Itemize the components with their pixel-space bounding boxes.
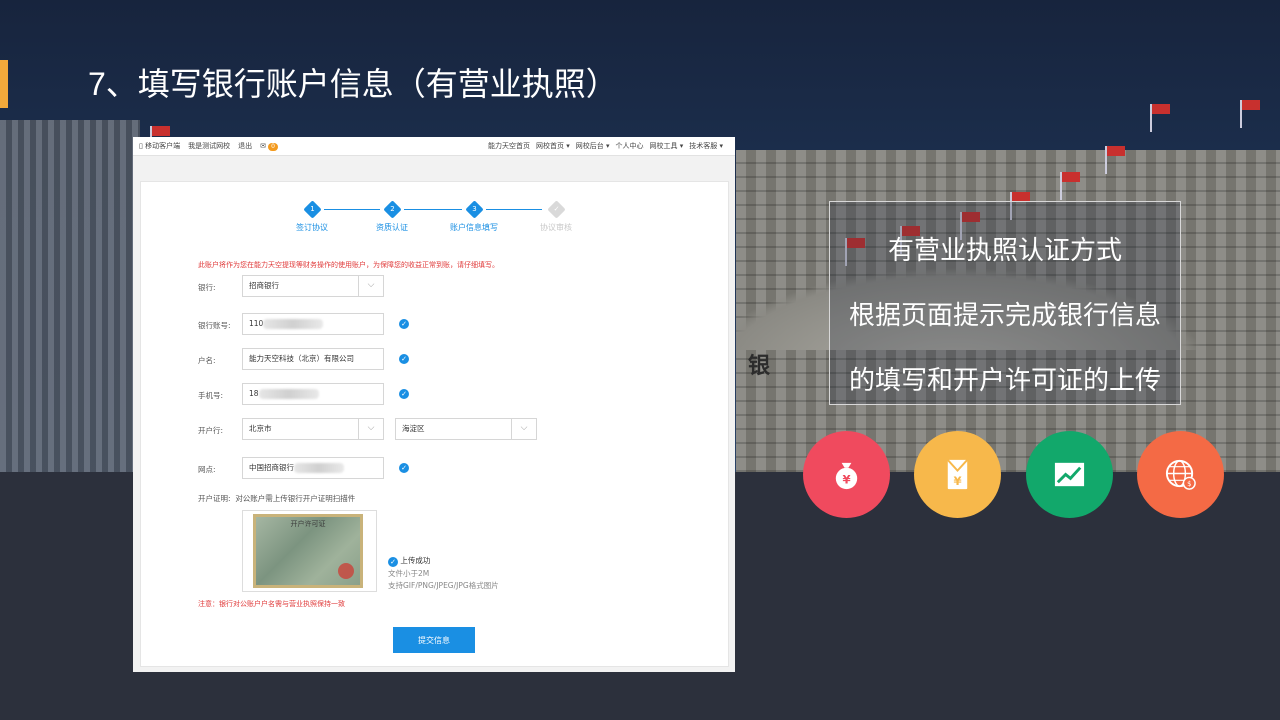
upload-size-hint: 文件小于2M	[388, 569, 430, 578]
submit-button[interactable]: 提交信息	[393, 627, 475, 653]
step-2-label: 资质认证	[376, 223, 408, 232]
step-3-marker: 3	[465, 200, 484, 219]
bank-select[interactable]: 招商银行 ⌵	[242, 275, 384, 297]
svg-text:¥: ¥	[842, 472, 850, 486]
nav-link-home[interactable]: 能力天空首页	[488, 137, 530, 155]
step-4-marker: ✓	[547, 200, 566, 219]
nav-link-tech-support[interactable]: 技术客服 ▾	[689, 137, 723, 155]
info-line-2: 根据页面提示完成银行信息	[848, 301, 1161, 331]
top-nav-bar: ▯ 移动客户端 我是测试网校 退出 ✉ 0 能力天空首页 网校首页 ▾ 网校后台…	[133, 137, 735, 156]
step-connector	[324, 209, 380, 210]
nav-link-school-home[interactable]: 网校首页 ▾	[536, 137, 570, 155]
account-label: 银行账号:	[198, 321, 231, 330]
mail-icon[interactable]: ✉ 0	[260, 137, 278, 155]
step-2-marker: 2	[383, 200, 402, 219]
bank-label: 银行:	[198, 283, 216, 292]
info-line-3: 的填写和开户许可证的上传	[848, 366, 1161, 396]
globe-coin-icon: $	[1137, 431, 1224, 518]
nav-link-school-admin[interactable]: 网校后台 ▾	[576, 137, 610, 155]
holder-warning: 注意：银行对公账户户名需与营业执照保持一致	[198, 600, 345, 608]
step-1-marker: 1	[303, 200, 322, 219]
step-connector	[404, 209, 462, 210]
money-bag-icon: ¥	[803, 431, 890, 518]
nav-link-school-tools[interactable]: 网校工具 ▾	[650, 137, 684, 155]
check-icon: ✓	[388, 557, 398, 567]
redacted-blur	[258, 389, 319, 399]
redacted-blur	[263, 319, 324, 329]
cert-upload-preview[interactable]: 开户许可证	[242, 510, 377, 592]
cert-image: 开户许可证	[253, 514, 363, 588]
check-icon: ✓	[399, 389, 409, 399]
cert-image-title: 开户许可证	[290, 520, 326, 528]
outlet-label: 网点:	[198, 465, 216, 474]
branch-city-select[interactable]: 北京市 ⌵	[242, 418, 384, 440]
upload-format-hint: 支持GIF/PNG/JPEG/JPG格式图片	[388, 581, 499, 590]
info-line-1: 有营业执照认证方式	[887, 236, 1122, 266]
cert-label: 开户证明: 对公账户需上传银行开户证明扫描件	[198, 494, 356, 503]
chevron-down-icon: ⌵	[358, 276, 383, 296]
info-box: 有营业执照认证方式 根据页面提示完成银行信息 的填写和开户许可证的上传	[829, 201, 1181, 405]
holder-label: 户名:	[198, 356, 216, 365]
step-4-label: 协议审核	[540, 223, 572, 232]
upload-status: ✓ 上传成功	[388, 555, 430, 567]
nav-link-personal-center[interactable]: 个人中心	[616, 137, 644, 155]
step-1-label: 签订协议	[296, 223, 328, 232]
flag-icon	[1240, 100, 1260, 128]
form-screenshot: ▯ 移动客户端 我是测试网校 退出 ✉ 0 能力天空首页 网校首页 ▾ 网校后台…	[133, 137, 735, 672]
check-icon: ✓	[399, 354, 409, 364]
building-sign: 银	[748, 353, 791, 379]
logout-link[interactable]: 退出	[238, 137, 252, 155]
form-notice: 此账户将作为您在能力天空提现等财务操作的使用账户，为保障您的收益正常到账，请仔细…	[198, 261, 499, 269]
chevron-down-icon: ⌵	[511, 419, 536, 439]
account-input[interactable]: 110	[242, 313, 384, 335]
yen-envelope-icon: ¥	[914, 431, 1001, 518]
redacted-blur	[294, 463, 344, 473]
flag-icon	[1150, 104, 1170, 132]
mail-badge: 0	[268, 143, 278, 151]
title-accent-bar	[0, 60, 8, 108]
step-connector	[486, 209, 542, 210]
seal-icon	[338, 563, 354, 579]
flag-icon	[1105, 146, 1125, 174]
check-icon: ✓	[399, 463, 409, 473]
phone-input[interactable]: 18	[242, 383, 384, 405]
branch-label: 开户行:	[198, 426, 224, 435]
check-icon: ✓	[399, 319, 409, 329]
chevron-down-icon: ⌵	[358, 419, 383, 439]
background-building-left	[0, 120, 140, 472]
svg-text:$: $	[1187, 480, 1191, 488]
form-card: 1 2 3 ✓ 签订协议 资质认证 账户信息填写 协议审核 此账户将作为您在能力…	[140, 181, 729, 667]
branch-district-select[interactable]: 海淀区 ⌵	[395, 418, 537, 440]
school-name-link[interactable]: 我是测试网校	[188, 137, 230, 155]
outlet-input[interactable]: 中国招商银行	[242, 457, 384, 479]
trend-chart-icon	[1026, 431, 1113, 518]
step-3-label: 账户信息填写	[450, 223, 498, 232]
mobile-client-link[interactable]: ▯ 移动客户端	[139, 137, 180, 155]
page-title: 7、填写银行账户信息（有营业执照）	[88, 66, 618, 102]
flag-icon	[1060, 172, 1080, 200]
svg-text:¥: ¥	[953, 474, 961, 488]
holder-input[interactable]: 能力天空科技（北京）有限公司	[242, 348, 384, 370]
phone-label: 手机号:	[198, 391, 224, 400]
